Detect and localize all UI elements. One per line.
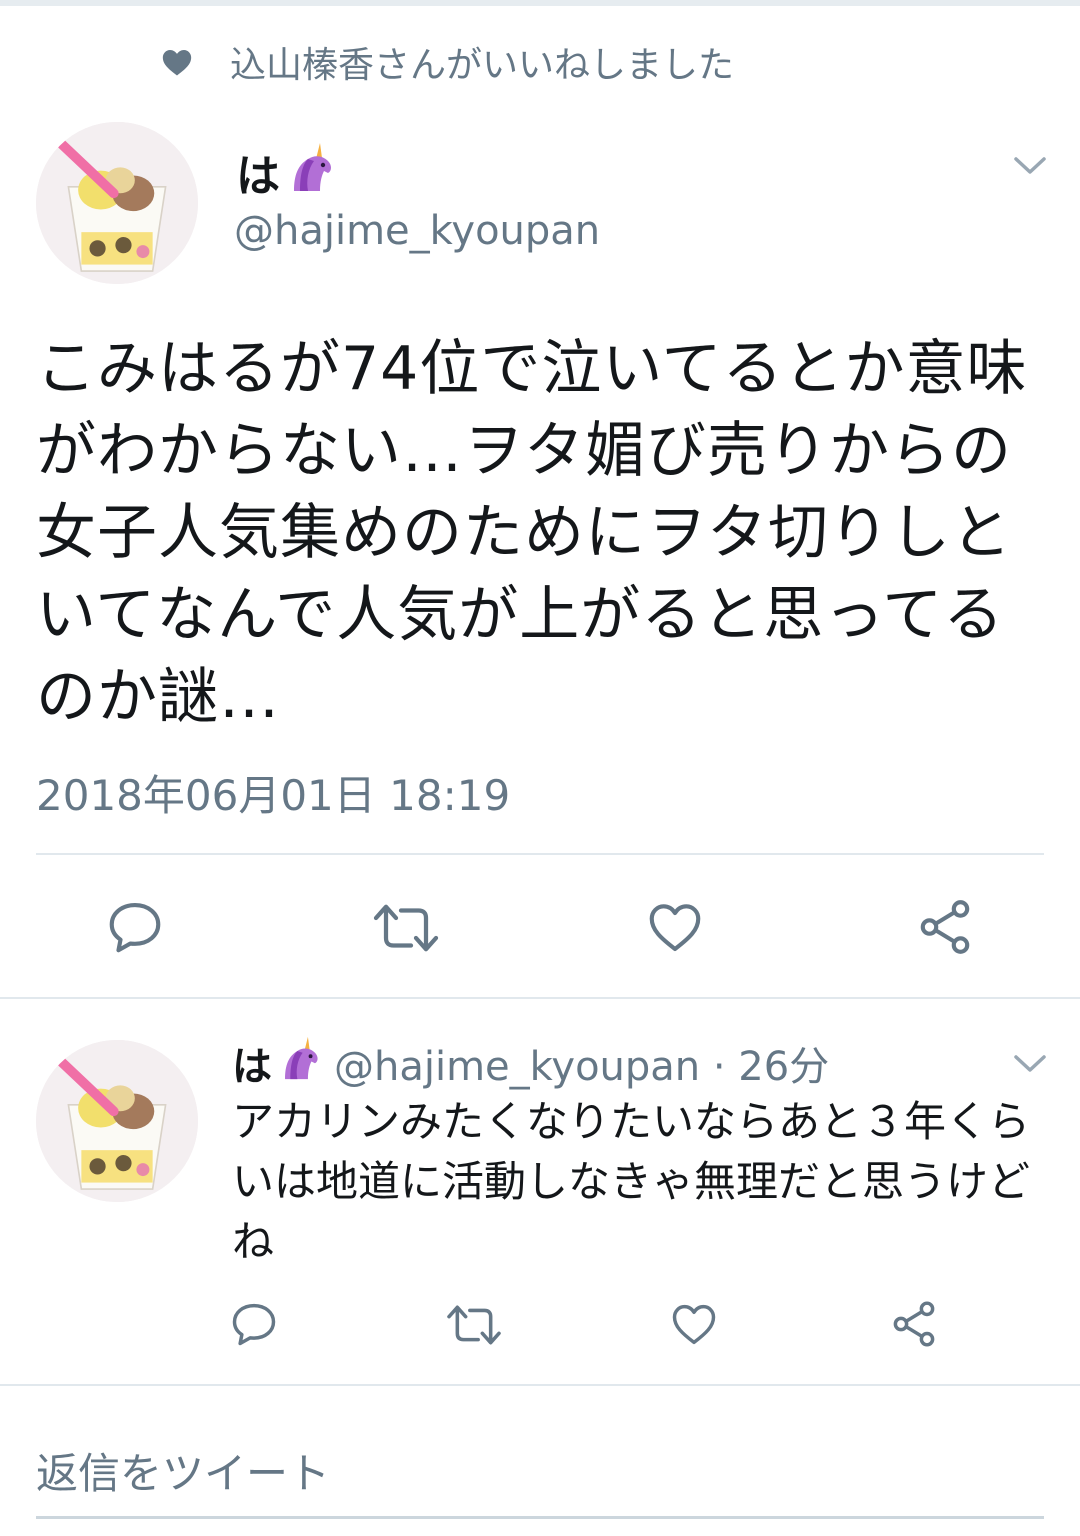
- reply-like-button[interactable]: [668, 1298, 720, 1350]
- reply-text: アカリンみたくなりたいならあと３年くらいは地道に活動しなきゃ無理だと思うけどね: [232, 1097, 1031, 1266]
- reply-icon: [232, 1303, 276, 1346]
- share-icon: [920, 900, 970, 954]
- reply-display-name: は: [232, 1044, 272, 1090]
- reply-retweet-button[interactable]: [444, 1300, 504, 1350]
- tweet-text: こみはるが74位で泣いてるとか意味がわからない…ヲタ媚び売りからの女子人気集めの…: [36, 334, 1028, 732]
- share-icon: [893, 1301, 935, 1347]
- chevron-down-icon[interactable]: [1012, 154, 1048, 178]
- display-name-text: は: [236, 151, 280, 202]
- like-icon: [649, 904, 701, 952]
- tweet-timestamp: 2018年06月01日 18:19: [36, 771, 511, 820]
- compose-underline: [36, 1516, 1044, 1519]
- reply-handle-time: @hajime_kyoupan · 26分: [334, 1044, 830, 1090]
- reply-reply-button[interactable]: [228, 1298, 280, 1350]
- liked-banner: 込山榛香さんがいいねしました: [160, 38, 734, 86]
- liked-banner-text: 込山榛香さんがいいねしました: [230, 45, 735, 86]
- top-border: [0, 0, 1080, 6]
- user-handle[interactable]: @hajime_kyoupan: [234, 208, 600, 254]
- avatar[interactable]: [36, 122, 198, 284]
- reply-compose-input[interactable]: 返信をツイート: [36, 1440, 330, 1501]
- retweet-icon: [447, 1305, 501, 1345]
- chevron-down-icon[interactable]: [1012, 1052, 1048, 1076]
- retweet-button[interactable]: [370, 898, 442, 958]
- unicorn-icon: [286, 141, 336, 204]
- reply-avatar[interactable]: [36, 1040, 198, 1202]
- retweet-icon: [373, 904, 439, 952]
- section-divider: [0, 1384, 1080, 1386]
- reply-icon: [109, 902, 161, 953]
- unicorn-icon: [278, 1035, 322, 1091]
- share-button[interactable]: [914, 896, 976, 958]
- section-divider: [0, 997, 1080, 999]
- like-icon: [672, 1304, 716, 1345]
- heart-icon: [162, 49, 192, 76]
- user-display-name[interactable]: は: [236, 140, 336, 204]
- reply-share-button[interactable]: [888, 1298, 940, 1350]
- reply-button[interactable]: [104, 896, 166, 958]
- reply-header[interactable]: は @hajime_kyoupan · 26分: [232, 1034, 829, 1092]
- reply-avatar-image: [36, 1040, 198, 1202]
- like-button[interactable]: [644, 896, 706, 958]
- divider: [36, 853, 1044, 855]
- avatar-image: [36, 122, 198, 284]
